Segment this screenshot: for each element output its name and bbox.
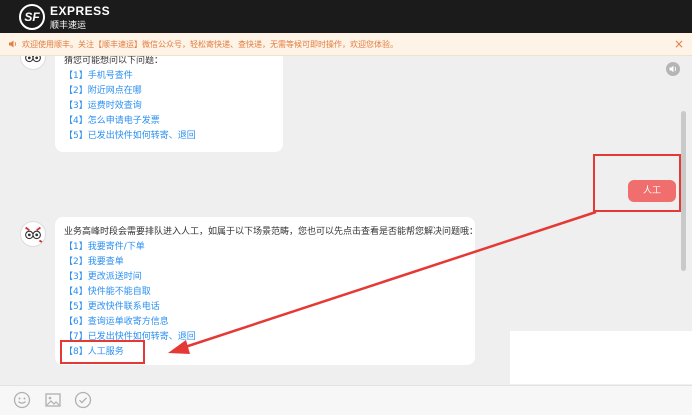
check-circle-icon[interactable] <box>74 391 92 409</box>
option-link[interactable]: 【2】我要查单 <box>64 255 475 270</box>
bot-avatar <box>20 221 46 247</box>
suggestion-link[interactable]: 【5】已发出快件如何转寄、退回 <box>64 129 283 144</box>
option-link[interactable]: 【5】更改快件联系电话 <box>64 300 475 315</box>
sound-icon[interactable] <box>666 62 680 76</box>
option-link[interactable]: 【3】更改派送时间 <box>64 270 475 285</box>
option-link[interactable]: 【4】快件能不能自取 <box>64 285 475 300</box>
app-header: SF EXPRESS 顺丰速运 <box>0 0 692 33</box>
chat-scrollbar[interactable] <box>681 111 686 271</box>
suggestion-link[interactable]: 【4】怎么申请电子发票 <box>64 114 283 129</box>
message-intro: 猜您可能想问以下问题： <box>64 56 164 66</box>
speaker-icon <box>8 39 18 49</box>
logo-subtitle: 顺丰速运 <box>50 20 87 30</box>
notice-text: 欢迎使用顺丰。关注【顺丰速运】微信公众号，轻松寄快递、查快递，无需等候可即时操作… <box>22 40 398 49</box>
logo-title: EXPRESS <box>50 4 111 18</box>
option-link[interactable]: 【1】我要寄件/下单 <box>64 240 475 255</box>
annotation-box-user <box>593 154 681 212</box>
emoji-icon[interactable] <box>13 391 31 409</box>
suggestion-link[interactable]: 【2】附近网点在哪 <box>64 84 283 99</box>
bot-avatar <box>20 56 46 70</box>
bot-message-suggestions: 猜您可能想问以下问题： 【1】手机号查件 【2】附近网点在哪 【3】运费时效查询… <box>55 56 283 152</box>
annotation-box-human-service <box>60 340 145 364</box>
image-icon[interactable] <box>44 391 62 409</box>
input-toolbar <box>0 385 692 415</box>
suggestion-link[interactable]: 【3】运费时效查询 <box>64 99 283 114</box>
option-link[interactable]: 【6】查询运单收寄方信息 <box>64 315 475 330</box>
blank-area <box>510 331 692 384</box>
message-intro: 业务高峰时段会需要排队进入人工，如属于以下场景范畴，您也可以先点击查看是否能帮您… <box>64 227 479 237</box>
notice-close-button[interactable]: × <box>674 37 684 51</box>
sf-logo-mark: SF <box>19 4 45 30</box>
notice-bar: 欢迎使用顺丰。关注【顺丰速运】微信公众号，轻松寄快递、查快递，无需等候可即时操作… <box>0 33 692 56</box>
suggestion-link[interactable]: 【1】手机号查件 <box>64 69 283 84</box>
